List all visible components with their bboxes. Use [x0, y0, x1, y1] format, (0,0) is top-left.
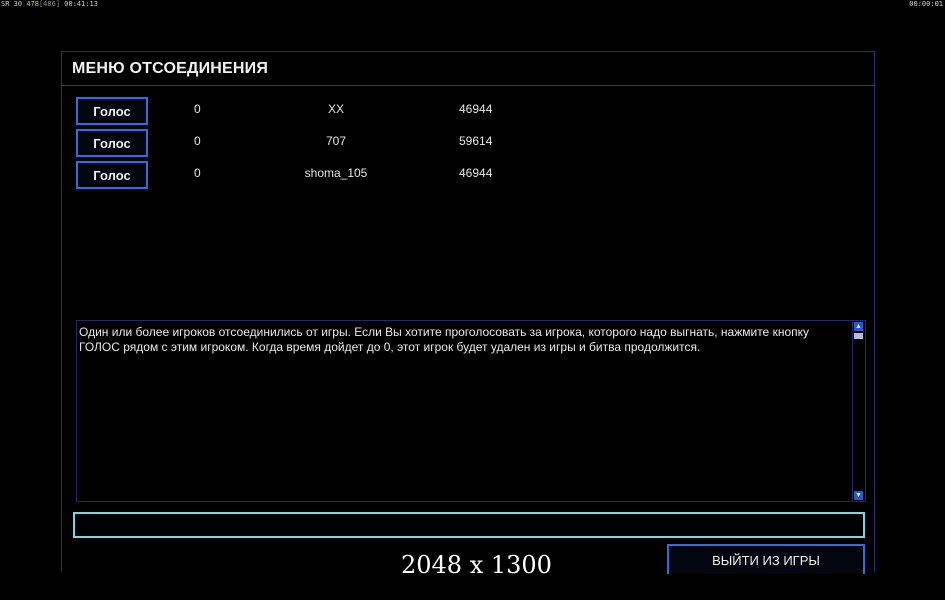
player-name: shoma_105: [304, 166, 368, 180]
message-box: Один или более игроков отсоединились от …: [76, 320, 866, 502]
player-id: 59614: [459, 134, 493, 148]
hud-sr: SR: [1, 0, 10, 8]
player-row: Голос 0 707 59614: [76, 129, 536, 157]
player-id: 46944: [459, 102, 493, 116]
vote-button[interactable]: Голос: [76, 129, 148, 157]
title-divider: [62, 85, 874, 86]
hud-timer-right: 00:00:01: [909, 0, 943, 8]
chat-input[interactable]: [73, 512, 865, 538]
player-row: Голос 0 XX 46944: [76, 97, 536, 125]
scroll-thumb[interactable]: [854, 333, 863, 339]
player-row: Голос 0 shoma_105 46944: [76, 161, 536, 189]
resolution-overlay-text: 2048 x 1300: [401, 551, 552, 579]
player-name: 707: [325, 134, 347, 148]
vote-button[interactable]: Голос: [76, 97, 148, 125]
player-vote-count: 0: [194, 166, 201, 180]
panel-title: МЕНЮ ОТСОЕДИНЕНИЯ: [72, 60, 269, 77]
player-vote-count: 0: [194, 102, 201, 116]
player-vote-count: 0: [194, 134, 201, 148]
player-name: XX: [327, 102, 344, 116]
vote-button[interactable]: Голос: [76, 161, 148, 189]
hud-status-left: SR 30 478[486] 00:41:13: [1, 0, 98, 8]
disconnect-menu-panel: МЕНЮ ОТСОЕДИНЕНИЯ Голос 0 XX 46944 Голос…: [61, 51, 875, 574]
hud-timer-left: 00:41:13: [64, 0, 98, 8]
player-id: 46944: [459, 166, 493, 180]
exit-game-button[interactable]: ВЫЙТИ ИЗ ИГРЫ: [667, 544, 865, 574]
message-text: Один или более игроков отсоединились от …: [79, 325, 809, 354]
hud-value-3: [486]: [38, 0, 61, 8]
hud-value-1: 30: [13, 0, 23, 8]
hud-value-2: 478: [26, 0, 39, 8]
scroll-down-arrow-icon[interactable]: ▼: [854, 491, 863, 500]
scroll-up-arrow-icon[interactable]: ▲: [854, 322, 863, 331]
message-scrollbar[interactable]: ▲ ▼: [852, 321, 865, 501]
